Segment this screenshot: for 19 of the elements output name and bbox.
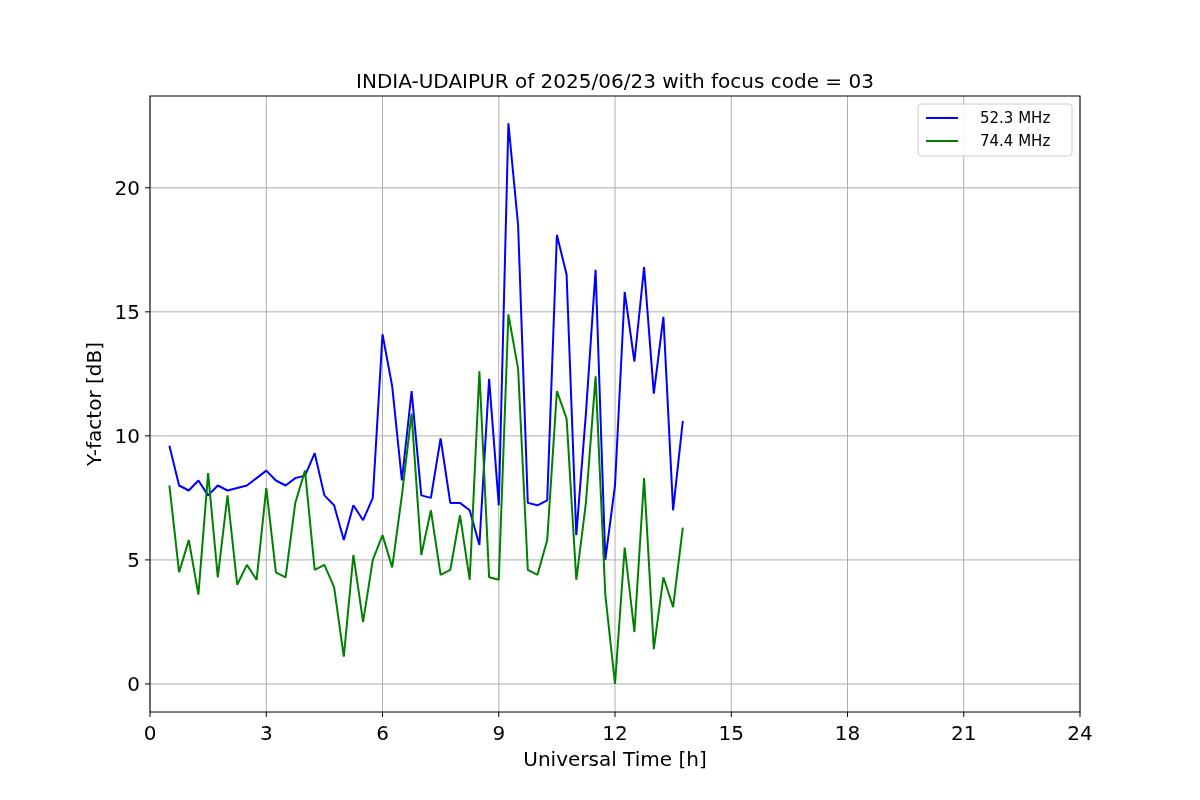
y-tick-label: 5 <box>127 547 140 572</box>
y-axis-label: Y-factor [dB] <box>82 342 106 466</box>
x-tick-label: 9 <box>492 721 506 745</box>
x-tick-label: 12 <box>602 721 628 745</box>
chart-title: INDIA-UDAIPUR of 2025/06/23 with focus code = 03 <box>356 69 874 93</box>
x-tick-label: 0 <box>143 721 157 745</box>
x-tick-label: 21 <box>951 721 977 745</box>
x-tick-label: 24 <box>1067 721 1093 745</box>
y-tick-label: 0 <box>127 671 140 696</box>
x-tick-label: 15 <box>718 721 744 745</box>
x-tick-label: 3 <box>259 721 273 745</box>
legend-label: 74.4 MHz <box>980 132 1051 150</box>
y-tick-label: 20 <box>114 175 140 200</box>
legend-label: 52.3 MHz <box>980 109 1051 127</box>
y-tick-label: 10 <box>114 423 140 448</box>
x-axis-label: Universal Time [h] <box>523 747 707 771</box>
x-tick-label: 18 <box>834 721 861 745</box>
y-tick-label: 15 <box>114 299 140 324</box>
x-tick-label: 6 <box>376 721 389 745</box>
